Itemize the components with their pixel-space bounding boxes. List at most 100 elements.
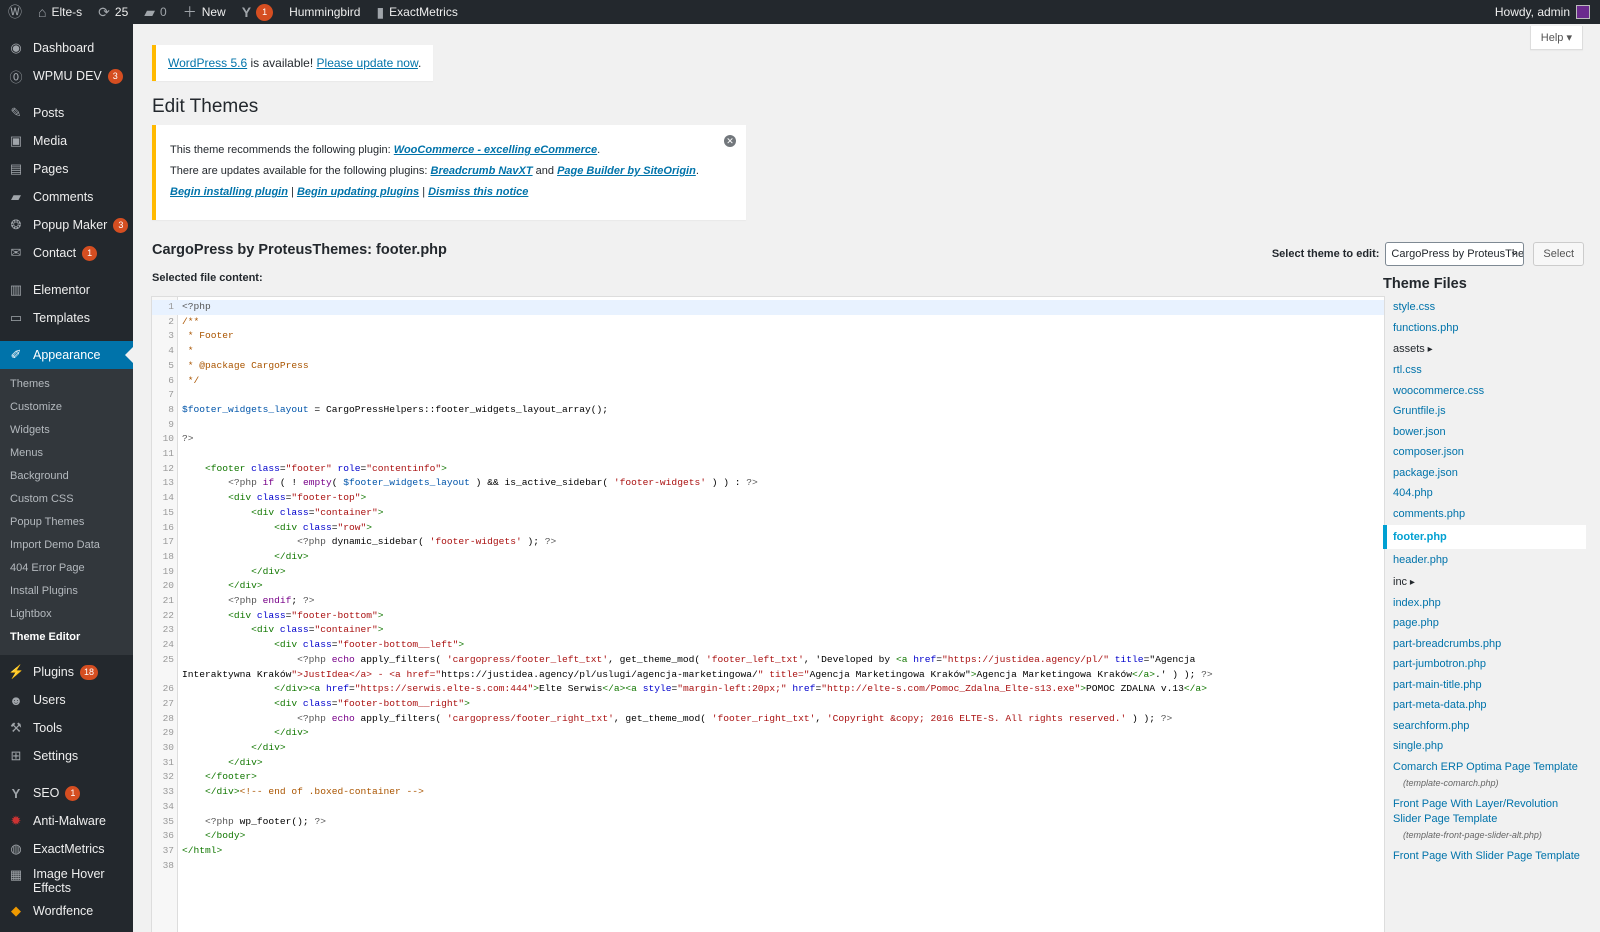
theme-file-link[interactable]: part-main-title.php <box>1383 675 1586 696</box>
code-line[interactable]: 6 */ <box>152 374 1384 389</box>
submenu-lightbox[interactable]: Lightbox <box>0 603 133 626</box>
submenu-themes[interactable]: Themes <box>0 373 133 396</box>
code-line[interactable]: 16 <div class="row"> <box>152 521 1384 536</box>
yoast-menu[interactable]: Y1 <box>234 0 281 24</box>
menu-seo[interactable]: Y SEO 1 <box>0 779 133 807</box>
code-line[interactable]: 28 <?php echo apply_filters( 'cargopress… <box>152 712 1384 727</box>
theme-file-link[interactable]: header.php <box>1383 550 1586 571</box>
code-line[interactable]: 32 </footer> <box>152 770 1384 785</box>
theme-file-link[interactable]: style.css <box>1383 297 1586 318</box>
theme-file-link[interactable]: bower.json <box>1383 422 1586 443</box>
comments-menu[interactable]: ▰ 0 <box>136 0 174 24</box>
select-button[interactable]: Select <box>1533 242 1584 266</box>
theme-file-link[interactable]: functions.php <box>1383 318 1586 339</box>
site-name-menu[interactable]: ⌂ Elte-s <box>30 0 90 24</box>
dismiss-icon[interactable]: ✕ <box>724 135 736 147</box>
my-account-menu[interactable]: Howdy, admin <box>1495 5 1600 19</box>
theme-file-link[interactable]: woocommerce.css <box>1383 381 1586 402</box>
menu-anti-malware[interactable]: ✹ Anti-Malware <box>0 807 133 835</box>
update-now-link[interactable]: Please update now <box>317 56 418 70</box>
menu-comments[interactable]: ▰ Comments <box>0 183 133 211</box>
theme-file-link[interactable]: Front Page With Slider Page Template <box>1383 846 1586 867</box>
menu-plugins[interactable]: ⚡ Plugins 18 <box>0 658 133 686</box>
menu-templates[interactable]: ▭ Templates <box>0 304 133 332</box>
code-line[interactable]: 29 </div> <box>152 726 1384 741</box>
menu-popup-maker[interactable]: ❂ Popup Maker 3 <box>0 211 133 239</box>
code-line[interactable]: 23 <div class="container"> <box>152 623 1384 638</box>
code-line[interactable]: 22 <div class="footer-bottom"> <box>152 609 1384 624</box>
code-line[interactable]: 8 $footer_widgets_layout = CargoPressHelp… <box>152 403 1384 418</box>
code-editor[interactable]: 1 <?php 2/** 3 * Footer 4 * 5 * @package Carg… <box>151 296 1385 932</box>
code-line[interactable]: 13 <?php if ( ! empty( $footer_widgets_l… <box>152 476 1384 491</box>
code-line[interactable]: 33 </div><!-- end of .boxed-container --… <box>152 785 1384 800</box>
menu-image-hover-effects[interactable]: ▦ Image Hover Effects <box>0 863 133 897</box>
code-line[interactable]: 1 <?php <box>152 300 1384 315</box>
code-line[interactable]: 26 </div><a href="https://serwis.elte-s.… <box>152 682 1384 697</box>
code-line[interactable]: 37 </html> <box>152 844 1384 859</box>
code-line[interactable]: 2 /** <box>152 315 1384 330</box>
code-line[interactable]: 9 <box>152 418 1384 433</box>
exactmetrics-menu[interactable]: ▮ ExactMetrics <box>368 0 465 24</box>
code-line[interactable]: 21 <?php endif; ?> <box>152 594 1384 609</box>
theme-folder[interactable]: assets <box>1383 338 1586 360</box>
theme-file-link[interactable]: Front Page With Layer/Revolution Slider … <box>1383 794 1586 846</box>
theme-file-link[interactable]: package.json <box>1383 463 1586 484</box>
menu-appearance[interactable]: ✐ Appearance <box>0 341 133 369</box>
theme-select[interactable]: CargoPress by ProteusThemes <box>1385 242 1525 266</box>
menu-wordfence[interactable]: ◆ Wordfence <box>0 897 133 925</box>
submenu-popup-themes[interactable]: Popup Themes <box>0 511 133 534</box>
help-tab[interactable]: Help ▾ <box>1529 26 1583 50</box>
theme-file-link[interactable]: part-meta-data.php <box>1383 695 1586 716</box>
submenu-menus[interactable]: Menus <box>0 442 133 465</box>
menu-tools[interactable]: ⚒ Tools <box>0 714 133 742</box>
theme-folder[interactable]: inc <box>1383 571 1586 593</box>
theme-file-link[interactable]: searchform.php <box>1383 716 1586 737</box>
menu-contact[interactable]: ✉ Contact 1 <box>0 239 133 267</box>
theme-file-link[interactable]: part-jumbotron.php <box>1383 654 1586 675</box>
hummingbird-menu[interactable]: Hummingbird <box>281 0 368 24</box>
code-line[interactable]: 15 <div class="container"> <box>152 506 1384 521</box>
theme-file-link[interactable]: composer.json <box>1383 442 1586 463</box>
woocommerce-link[interactable]: WooCommerce - excelling eCommerce <box>394 144 597 156</box>
submenu-background[interactable]: Background <box>0 465 133 488</box>
code-line[interactable]: 11 <box>152 447 1384 462</box>
code-line[interactable]: 10 ?> <box>152 432 1384 447</box>
code-line[interactable]: 25 <?php echo apply_filters( 'cargopress… <box>152 653 1384 668</box>
updates-menu[interactable]: ⟳ 25 <box>90 0 136 24</box>
menu-posts[interactable]: ✎ Posts <box>0 99 133 127</box>
menu-wpmudev[interactable]: ⓪ WPMU DEV 3 <box>0 62 133 90</box>
theme-file-link[interactable]: comments.php <box>1383 504 1586 525</box>
code-line[interactable]: 38 <box>152 859 1384 874</box>
theme-file-link[interactable]: part-breadcrumbs.php <box>1383 634 1586 655</box>
wp-logo-menu[interactable]: Ⓦ <box>0 0 30 24</box>
submenu-install-plugins[interactable]: Install Plugins <box>0 580 133 603</box>
theme-file-link[interactable]: index.php <box>1383 593 1586 614</box>
menu-pages[interactable]: ▤ Pages <box>0 155 133 183</box>
new-content-menu[interactable]: ＋ New <box>175 0 234 24</box>
submenu-custom-css[interactable]: Custom CSS <box>0 488 133 511</box>
page-builder-link[interactable]: Page Builder by SiteOrigin <box>557 165 696 177</box>
code-line[interactable]: 19 </div> <box>152 565 1384 580</box>
code-line[interactable]: 3 * Footer <box>152 329 1384 344</box>
submenu-widgets[interactable]: Widgets <box>0 419 133 442</box>
theme-file-link[interactable]: page.php <box>1383 613 1586 634</box>
submenu-theme-editor[interactable]: Theme Editor <box>0 626 133 649</box>
code-line[interactable]: 30 </div> <box>152 741 1384 756</box>
wordpress-version-link[interactable]: WordPress 5.6 <box>168 56 247 70</box>
theme-file-link[interactable]: 404.php <box>1383 483 1586 504</box>
code-line[interactable]: 24 <div class="footer-bottom__left"> <box>152 638 1384 653</box>
code-line[interactable]: 36 </body> <box>152 829 1384 844</box>
theme-file-link[interactable]: Comarch ERP Optima Page Template (templat… <box>1383 757 1586 795</box>
menu-dashboard[interactable]: ◉ Dashboard <box>0 34 133 62</box>
breadcrumb-navxt-link[interactable]: Breadcrumb NavXT <box>431 165 533 177</box>
menu-settings[interactable]: ⊞ Settings <box>0 742 133 770</box>
code-line[interactable]: 34 <box>152 800 1384 815</box>
menu-exactmetrics[interactable]: ◍ ExactMetrics <box>0 835 133 863</box>
code-line[interactable]: 20 </div> <box>152 579 1384 594</box>
begin-updating-link[interactable]: Begin updating plugins <box>297 186 419 198</box>
code-line[interactable]: 31 </div> <box>152 756 1384 771</box>
menu-elementor[interactable]: ▥ Elementor <box>0 276 133 304</box>
submenu-404-error-page[interactable]: 404 Error Page <box>0 557 133 580</box>
code-line[interactable]: 14 <div class="footer-top"> <box>152 491 1384 506</box>
code-line[interactable]: 27 <div class="footer-bottom__right"> <box>152 697 1384 712</box>
